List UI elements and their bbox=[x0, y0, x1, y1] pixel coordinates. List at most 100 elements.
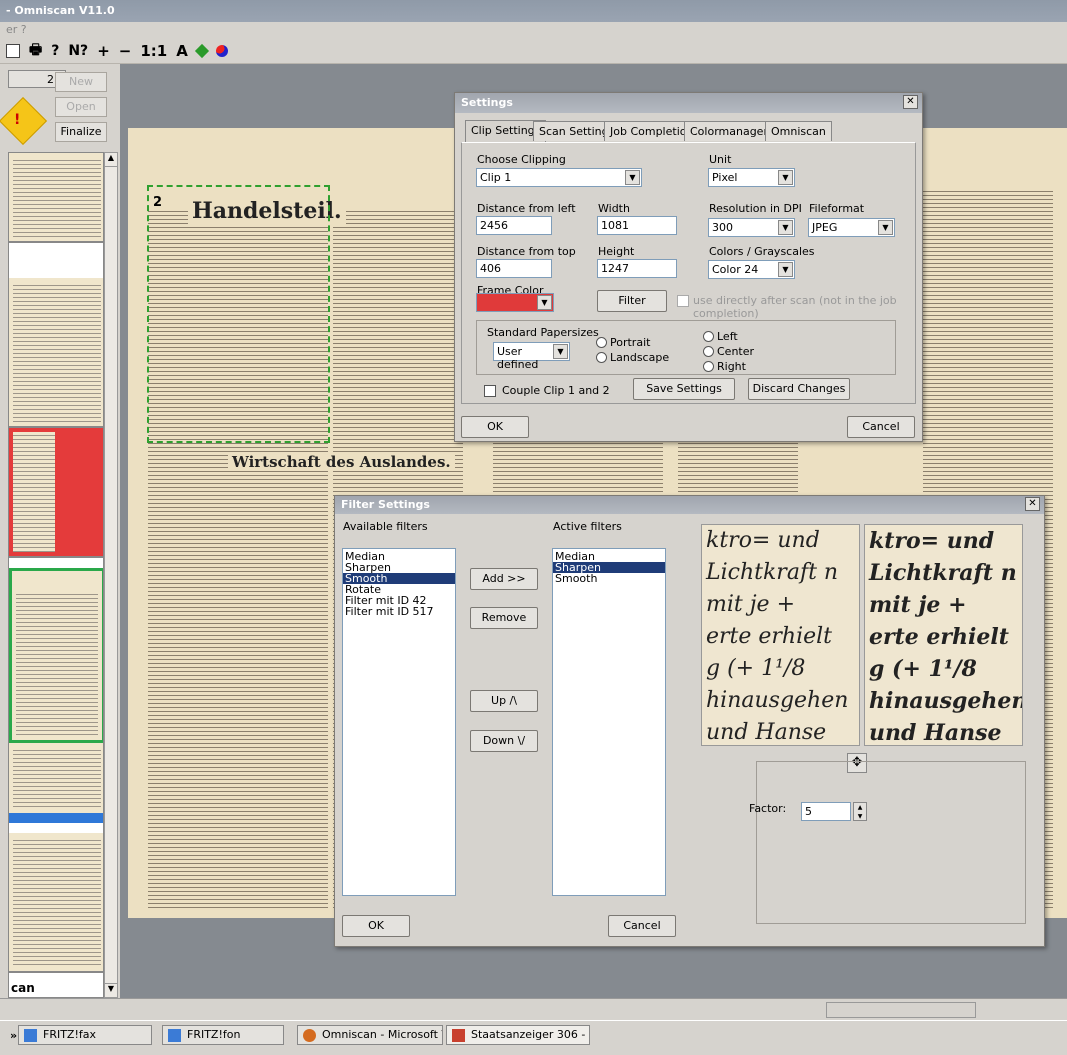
left-radio[interactable] bbox=[703, 331, 714, 342]
thumbnail-scrollbar[interactable]: ▲ ▼ bbox=[104, 152, 118, 998]
right-label: Right bbox=[717, 360, 746, 373]
document-heading-2: Wirtschaft des Auslandes. bbox=[228, 453, 455, 471]
chevron-down-icon[interactable]: ▼ bbox=[778, 170, 793, 185]
center-radio[interactable] bbox=[703, 346, 714, 357]
thumbnail-list[interactable]: can bbox=[8, 152, 104, 998]
zoom-out-icon[interactable]: − bbox=[119, 42, 132, 60]
height-field[interactable]: 1247 bbox=[597, 259, 677, 278]
fileformat-select[interactable]: JPEG ▼ bbox=[808, 218, 895, 237]
task-fritz-fon[interactable]: FRITZ!fon bbox=[162, 1025, 284, 1045]
chevron-down-icon[interactable]: ▼ bbox=[537, 295, 552, 310]
scroll-down-icon[interactable]: ▼ bbox=[105, 983, 117, 997]
landscape-label: Landscape bbox=[610, 351, 670, 364]
couple-checkbox[interactable] bbox=[484, 385, 496, 397]
chevron-down-icon[interactable]: ▼ bbox=[625, 170, 640, 185]
scroll-up-icon[interactable]: ▲ bbox=[105, 153, 117, 167]
text-tool-button[interactable]: A bbox=[176, 42, 188, 60]
right-radio[interactable] bbox=[703, 361, 714, 372]
factor-field[interactable]: 5 bbox=[801, 802, 851, 821]
thumbnail[interactable] bbox=[9, 428, 103, 558]
papersize-select[interactable]: User defined ▼ bbox=[493, 342, 570, 371]
whats-this-icon[interactable]: N? bbox=[68, 43, 88, 59]
scan-icon bbox=[452, 1029, 465, 1042]
ok-button[interactable]: OK bbox=[342, 915, 410, 937]
use-directly-label: use directly after scan (not in the job … bbox=[693, 294, 897, 320]
filter-title: Filter Settings bbox=[341, 498, 430, 511]
portrait-label: Portrait bbox=[610, 336, 651, 349]
width-field[interactable]: 1081 bbox=[597, 216, 677, 235]
thumbnail-selected[interactable] bbox=[9, 743, 103, 823]
chevron-icon[interactable]: » bbox=[10, 1029, 17, 1042]
remove-filter-button[interactable]: Remove bbox=[470, 607, 538, 629]
thumbnail[interactable] bbox=[9, 833, 103, 973]
cancel-button[interactable]: Cancel bbox=[608, 915, 676, 937]
toolbar: 🖶 ? N? + − 1:1 A bbox=[0, 38, 1067, 64]
filter-settings-dialog: Filter Settings ✕ Available filters Activ… bbox=[334, 495, 1045, 947]
filter-titlebar[interactable]: Filter Settings ✕ bbox=[335, 496, 1044, 514]
distance-left-field[interactable]: 2456 bbox=[476, 216, 552, 235]
couple-label: Couple Clip 1 and 2 bbox=[502, 384, 610, 397]
use-directly-checkbox[interactable] bbox=[677, 295, 689, 307]
settings-title: Settings bbox=[461, 96, 513, 109]
save-settings-button[interactable]: Save Settings bbox=[633, 378, 735, 400]
menu-bar: er ? bbox=[0, 22, 1067, 38]
open-button[interactable]: Open bbox=[55, 97, 107, 117]
new-button[interactable]: New bbox=[55, 72, 107, 92]
thumbnail[interactable] bbox=[9, 568, 103, 743]
chevron-down-icon[interactable]: ▼ bbox=[878, 220, 893, 235]
available-filters-list[interactable]: Median Sharpen Smooth Rotate Filter mit … bbox=[342, 548, 456, 896]
window-title: - Omniscan V11.0 bbox=[6, 4, 115, 17]
clip-frame[interactable] bbox=[147, 185, 330, 443]
cancel-button[interactable]: Cancel bbox=[847, 416, 915, 438]
ok-button[interactable]: OK bbox=[461, 416, 529, 438]
task-omniscan-vs[interactable]: Omniscan - Microsoft Vis... bbox=[297, 1025, 443, 1045]
left-label: Left bbox=[717, 330, 738, 343]
papersizes-label: Standard Papersizes bbox=[487, 326, 599, 339]
list-item[interactable]: Filter mit ID 517 bbox=[343, 606, 455, 617]
thumbnail[interactable] bbox=[9, 278, 103, 428]
close-icon[interactable]: ✕ bbox=[1025, 497, 1040, 511]
close-icon[interactable]: ✕ bbox=[903, 95, 918, 109]
frame-color-select[interactable]: ▼ bbox=[476, 293, 554, 312]
resolution-label: Resolution in DPI bbox=[709, 202, 802, 215]
resolution-select[interactable]: 300 ▼ bbox=[708, 218, 795, 237]
task-fritz-fax[interactable]: FRITZ!fax bbox=[18, 1025, 152, 1045]
distance-left-label: Distance from left bbox=[477, 202, 576, 215]
help-icon[interactable]: ? bbox=[51, 43, 59, 59]
thumbnail[interactable] bbox=[9, 153, 103, 243]
tab-omniscan[interactable]: Omniscan bbox=[765, 121, 832, 141]
color-icon[interactable] bbox=[194, 43, 209, 58]
move-up-button[interactable]: Up /\ bbox=[470, 690, 538, 712]
filter-button[interactable]: Filter bbox=[597, 290, 667, 312]
active-filters-list[interactable]: Median Sharpen Smooth bbox=[552, 548, 666, 896]
copy-icon[interactable] bbox=[6, 43, 20, 58]
list-item[interactable]: Smooth bbox=[553, 573, 665, 584]
choose-clipping-select[interactable]: Clip 1 ▼ bbox=[476, 168, 642, 187]
fileformat-label: Fileformat bbox=[809, 202, 865, 215]
unit-select[interactable]: Pixel ▼ bbox=[708, 168, 795, 187]
chevron-down-icon[interactable]: ▼ bbox=[778, 220, 793, 235]
landscape-radio[interactable] bbox=[596, 352, 607, 363]
factor-spinner[interactable]: ▲ ▼ bbox=[853, 802, 867, 821]
task-staatsanzeiger[interactable]: Staatsanzeiger 306 - Om... bbox=[446, 1025, 590, 1045]
discard-changes-button[interactable]: Discard Changes bbox=[748, 378, 850, 400]
move-down-button[interactable]: Down \/ bbox=[470, 730, 538, 752]
active-filters-label: Active filters bbox=[553, 520, 622, 533]
palette-icon[interactable] bbox=[215, 44, 228, 57]
distance-top-field[interactable]: 406 bbox=[476, 259, 552, 278]
zoom-actual-button[interactable]: 1:1 bbox=[140, 42, 167, 60]
taskbar: » FRITZ!fax FRITZ!fon Omniscan - Microso… bbox=[0, 1020, 1067, 1055]
print-icon[interactable]: 🖶 bbox=[29, 39, 42, 63]
settings-titlebar[interactable]: Settings ✕ bbox=[455, 93, 922, 113]
finalize-button[interactable]: Finalize bbox=[55, 122, 107, 142]
settings-dialog: Settings ✕ Clip Settings Scan Settings Jo… bbox=[454, 92, 923, 442]
chevron-down-icon[interactable]: ▼ bbox=[778, 262, 793, 277]
colors-select[interactable]: Color 24 ▼ bbox=[708, 260, 795, 279]
fax-icon bbox=[24, 1029, 37, 1042]
zoom-in-icon[interactable]: + bbox=[97, 42, 110, 60]
chevron-down-icon[interactable]: ▼ bbox=[553, 344, 568, 359]
add-filter-button[interactable]: Add >> bbox=[470, 568, 538, 590]
factor-label: Factor: bbox=[749, 802, 787, 815]
portrait-radio[interactable] bbox=[596, 337, 607, 348]
menu-fragment[interactable]: er ? bbox=[6, 23, 27, 36]
